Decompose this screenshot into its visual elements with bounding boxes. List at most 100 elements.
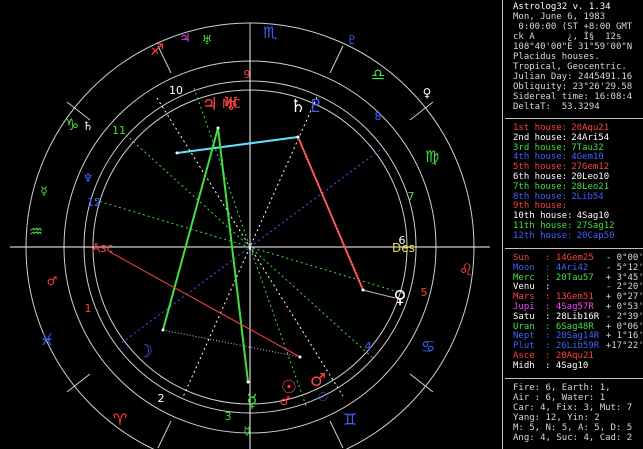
venus-ring-icon: ☿ [243,424,250,438]
saturn-outer-icon: ♄ [83,119,94,133]
sign-glyphs: ♐ ♏ ♎ ♍ ♌ ♋ ♊ ♈ ♓ ♒ ♑ [29,23,473,429]
house-value: 7Tau32 [571,142,604,153]
planet-aspect: - 5°12' [605,262,643,273]
jupiter-outer-icon: ♃ [180,31,191,45]
uranus-outer-icon: ♅ [202,33,213,47]
sun-icon: ☉ [281,377,297,398]
mars-icon: ♂ [310,370,326,391]
ascendant-icon: ♃ [202,94,218,115]
house-number-1: 1 [85,302,92,315]
house-label: 8th house: [513,191,568,202]
house-number-10: 10 [169,84,183,97]
planet-aspect: + 1°16' [605,331,643,342]
venus-icon: ♀ [393,287,406,308]
house-value: 20Aqu21 [571,123,610,133]
house-label: 9th house: [513,201,568,212]
house-number-7: 7 [408,190,415,203]
planet-colon: : [545,311,556,322]
planet-colon: : [545,292,556,303]
sign-glyph-gemini: ♊ [343,410,357,429]
planet-dot [298,355,302,359]
house-number-11: 11 [112,124,126,137]
house-value: 4Gem10 [571,152,604,163]
house-value: 28Leo21 [571,181,610,192]
sun-ring-icon: ☉ [318,390,329,404]
house-label: 11th house: [513,221,573,231]
neptune-outer-icon: ♆ [83,171,94,185]
planet-aspect: + 0°53' [605,302,643,312]
house-label: 6th house: [513,172,568,182]
planet-colon: : [545,321,556,332]
house-number-12: 12 [87,196,101,209]
planet-aspect: - 0°00' [605,253,643,263]
planet-colon: : [545,282,556,293]
planet-name: Midh [513,360,535,371]
house-label: 7th house: [513,181,568,192]
house-value: 20Leo10 [571,172,610,182]
planet-aspect: +17°22' [605,341,643,352]
house-label: 10th house: [513,211,573,222]
mars-ring-icon: ♂ [47,274,58,288]
moon-outer-icon: ♇ [347,33,358,47]
info-panel: Astrolog32 v. 1.34 Mon, June 6, 1983 0:0… [502,0,643,449]
sign-glyph-scorpio: ♏ [263,23,277,42]
divider [505,378,643,379]
planet-dot [216,126,220,130]
wheel-svg: ♐ ♏ ♎ ♍ ♌ ♋ ♊ ♈ ♓ ♒ ♑ ♃ ♅ ♄ ♆ ☿ ♇ ♀ ♂ ☉ … [10,22,490,449]
house-number-3: 3 [225,410,232,423]
planet-colon: : [545,272,556,283]
planet-colon: : [545,351,556,361]
house-number-2: 2 [158,392,165,405]
aspect-line-cyan [176,136,299,154]
sign-glyph-leo: ♌ [459,260,473,279]
house-value: 27Sag12 [576,221,615,231]
house-label: 5th house: [513,162,568,173]
planet-aspect: + 3°45' [605,272,643,283]
sign-glyph-cancer: ♋ [421,337,435,356]
planet-row: Midh: 4Sag10 [513,360,606,372]
planet-colon: : [545,341,556,352]
sign-glyph-sagittarius: ♐ [150,40,164,59]
venus-outer-icon: ♀ [423,86,432,100]
house-label: 2nd house: [513,132,568,143]
outer-planet-glyphs: ♃ ♅ ♄ ♆ ☿ ♇ ♀ ♂ ☉ ♂ ☿ [40,31,431,438]
mc-label: MC [222,97,241,111]
summary-line-5: Ang: 4, Suc: 4, Cad: 2 [513,433,633,443]
planet-position: 20Tau57 [555,272,594,283]
house-number-6: 6 [399,234,406,247]
house-number-4: 4 [365,340,372,353]
house-numbers: 1 2 3 4 5 6 7 8 9 10 11 12 [85,68,428,423]
pluto-icon: ♇ [308,96,324,117]
sign-glyph-aries: ♈ [113,410,127,429]
planet-dots [161,126,365,384]
planet-colon: : [545,262,556,273]
chart-wheel: ♐ ♏ ♎ ♍ ♌ ♋ ♊ ♈ ♓ ♒ ♑ ♃ ♅ ♄ ♆ ☿ ♇ ♀ ♂ ☉ … [0,0,500,449]
house-label: 3rd house: [513,142,568,153]
sign-glyph-libra: ♎ [371,65,385,84]
divider [505,118,643,119]
house-value: 4Sag10 [576,211,610,222]
planet-aspect: - 2°20' [605,282,643,293]
planet-colon: : [545,253,556,263]
house-value: 27Gem12 [571,162,610,173]
house-row: 12th house: 20Cap50 [513,230,615,242]
house-label: 1st house: [513,123,568,133]
planet-position: 4Sag10 [555,360,589,371]
house-number-5: 5 [421,286,428,299]
planet-dot [161,328,165,332]
mars-outer-icon: ☿ [40,184,47,198]
planet-colon: : [545,302,556,312]
house-value: 24Ari54 [571,132,610,143]
house-number-8: 8 [375,110,382,123]
house-number-9: 9 [244,68,251,81]
house-label: 12th house: [513,230,573,241]
house-value: 2Lib54 [571,191,604,202]
moon-icon: ☽ [137,341,153,362]
sign-glyph-capricorn: ♑ [65,115,79,134]
divider [505,248,643,249]
planet-dot [175,151,179,155]
planet-dot [296,135,300,139]
house-value: 20Cap50 [576,230,615,241]
planet-colon: : [545,331,556,342]
planet-dot [246,380,250,384]
